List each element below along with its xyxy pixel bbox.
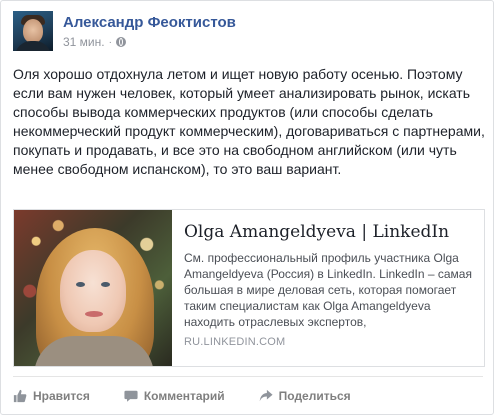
link-preview-card[interactable]: Olga Amangeldyeva | LinkedIn См. професс… bbox=[13, 209, 485, 367]
link-preview-title[interactable]: Olga Amangeldyeva | LinkedIn bbox=[184, 222, 449, 242]
meta-separator: · bbox=[108, 36, 112, 48]
post-meta: 31 мин. · bbox=[63, 35, 126, 49]
speech-bubble-icon bbox=[124, 390, 138, 402]
share-label: Поделиться bbox=[278, 389, 351, 403]
author-avatar[interactable] bbox=[13, 11, 53, 51]
post-body-text: Оля хорошо отдохнула летом и ищет новую … bbox=[13, 66, 489, 177]
comment-label: Комментарий bbox=[143, 389, 225, 403]
link-preview-image[interactable] bbox=[14, 210, 172, 366]
like-button[interactable]: Нравится bbox=[13, 389, 90, 403]
comment-button[interactable]: Комментарий bbox=[124, 389, 225, 403]
photo-lips bbox=[85, 311, 103, 317]
link-preview-domain: RU.LINKEDIN.COM bbox=[184, 336, 286, 348]
share-button[interactable]: Поделиться bbox=[259, 389, 351, 403]
like-label: Нравится bbox=[33, 389, 90, 403]
post-card: Александр Феоктистов 31 мин. · Оля хорош… bbox=[0, 0, 494, 415]
avatar-shoulders bbox=[15, 41, 51, 51]
share-arrow-icon bbox=[259, 389, 273, 402]
globe-icon[interactable] bbox=[115, 37, 126, 47]
author-name-link[interactable]: Александр Феоктистов bbox=[63, 14, 236, 31]
avatar-face bbox=[23, 19, 43, 43]
action-bar-divider bbox=[13, 376, 483, 377]
photo-eye-left bbox=[76, 282, 85, 287]
link-preview-description: См. профессиональный профиль участника O… bbox=[184, 251, 472, 329]
post-header: Александр Феоктистов 31 мин. · bbox=[13, 11, 483, 55]
photo-face bbox=[60, 250, 126, 332]
photo-eye-right bbox=[101, 282, 110, 287]
thumbs-up-icon bbox=[13, 389, 27, 403]
action-bar: Нравится Комментарий Поделиться bbox=[13, 385, 483, 407]
post-timestamp-link[interactable]: 31 мин. bbox=[63, 35, 105, 49]
